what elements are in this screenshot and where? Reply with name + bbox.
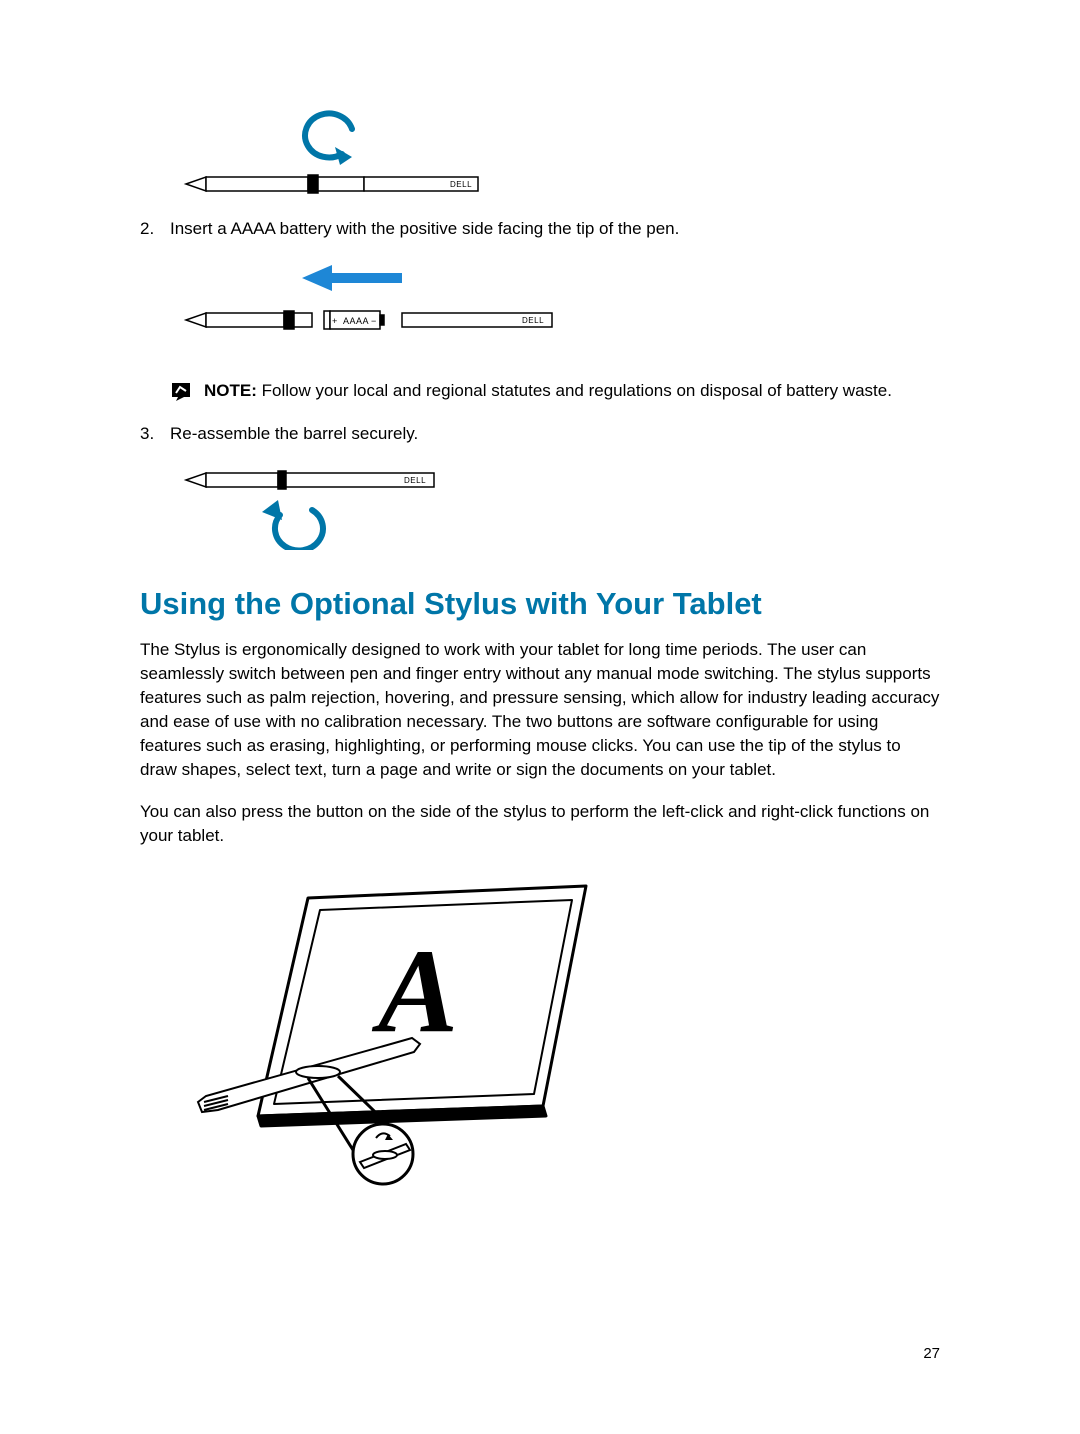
- pen-brand-label: DELL: [450, 180, 472, 189]
- section-heading: Using the Optional Stylus with Your Tabl…: [140, 586, 940, 622]
- battery-type-label: AAAA: [343, 316, 369, 326]
- document-page: DELL 2. Insert a AAAA battery with the p…: [0, 0, 1080, 1434]
- step-number: 2.: [140, 217, 170, 241]
- pen-brand-label: DELL: [522, 316, 544, 325]
- figure-reassemble: DELL: [182, 460, 940, 550]
- step-3: 3. Re-assemble the barrel securely.: [140, 422, 940, 446]
- note-container: NOTE: Follow your local and regional sta…: [140, 363, 940, 416]
- section-paragraph-2: You can also press the button on the sid…: [140, 800, 940, 848]
- battery-plus: +: [332, 316, 338, 326]
- step-text: Insert a AAAA battery with the positive …: [170, 217, 940, 241]
- step-2: 2. Insert a AAAA battery with the positi…: [140, 217, 940, 241]
- pen-brand-label: DELL: [404, 476, 426, 485]
- step-number: 3.: [140, 422, 170, 446]
- drawn-letter: A: [371, 924, 458, 1057]
- note-text: Follow your local and regional statutes …: [262, 381, 892, 400]
- section-paragraph-1: The Stylus is ergonomically designed to …: [140, 638, 940, 782]
- note-icon: [170, 381, 192, 410]
- page-number: 27: [923, 1345, 940, 1362]
- step-text: Re-assemble the barrel securely.: [170, 422, 940, 446]
- figure-stylus-tablet: A: [188, 866, 940, 1186]
- figure-insert-battery: + AAAA − DELL: [182, 255, 940, 345]
- battery-minus: −: [371, 316, 377, 326]
- note-label: NOTE:: [204, 381, 262, 400]
- figure-open-barrel: DELL: [182, 109, 940, 199]
